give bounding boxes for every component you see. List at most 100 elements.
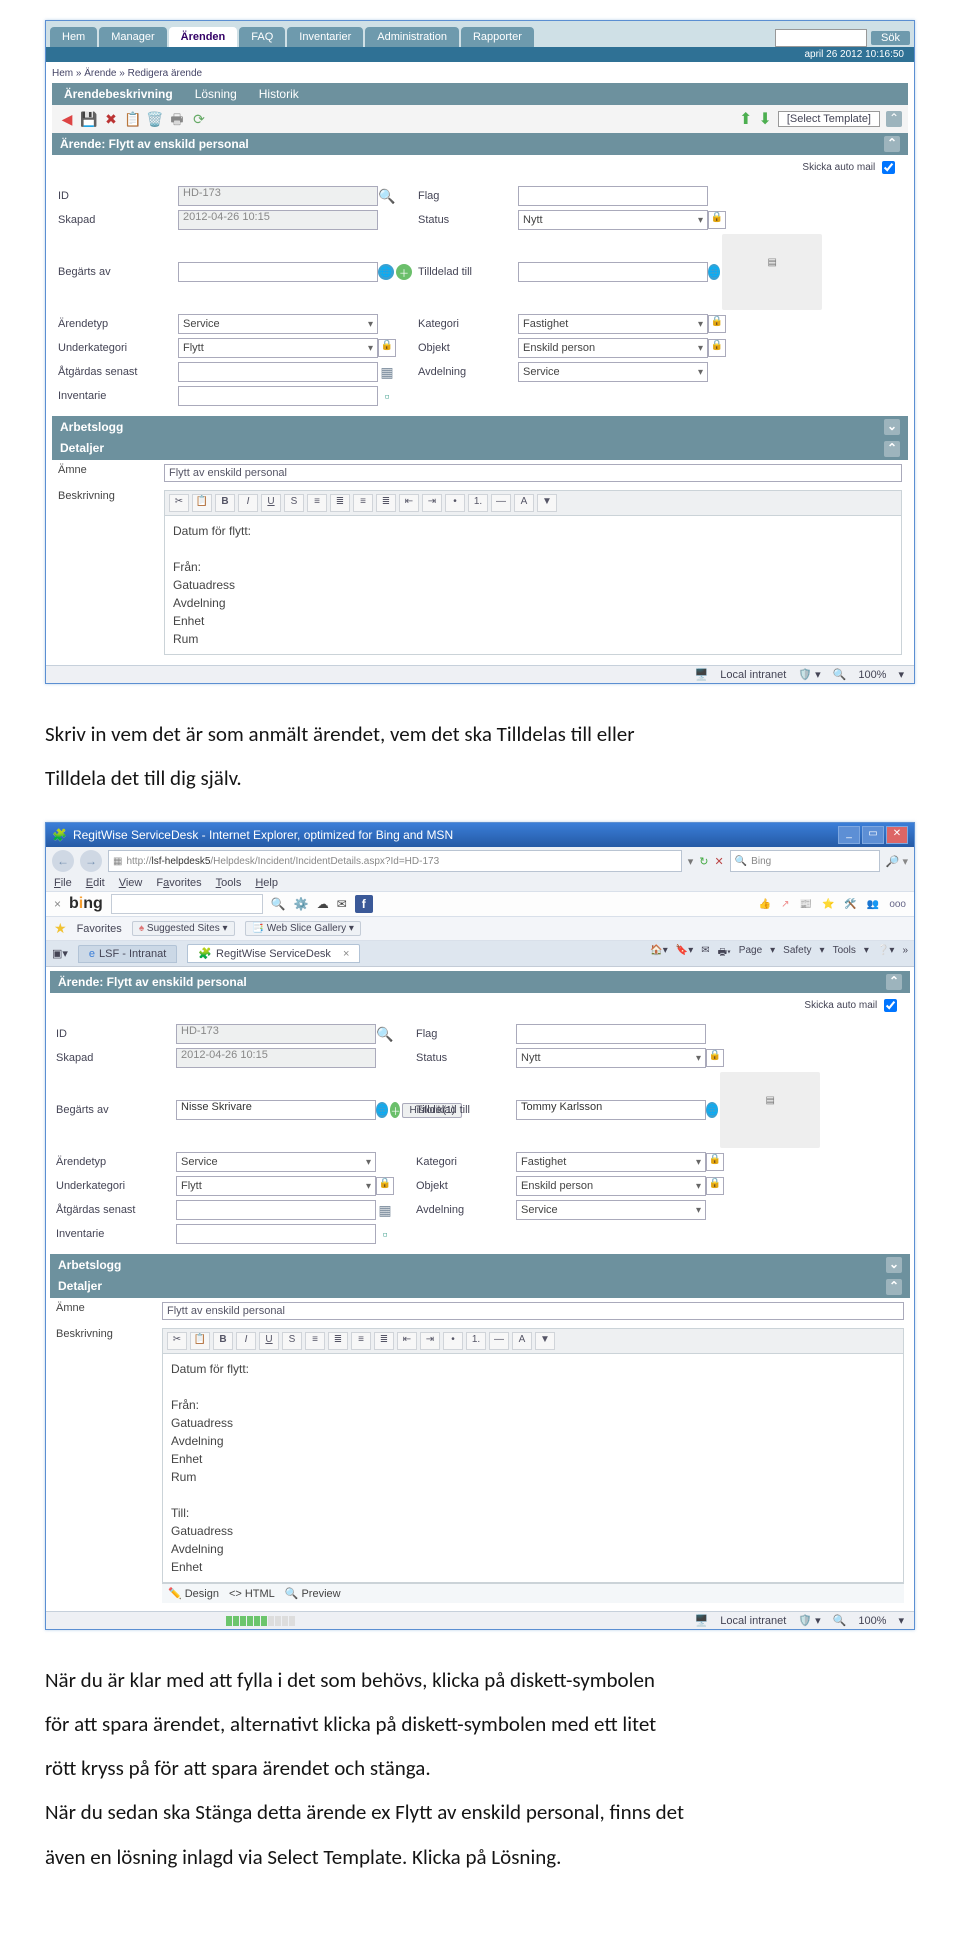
subcategory-select[interactable]: Flytt (178, 338, 378, 358)
subtab-description[interactable]: Ärendebeskrivning (64, 87, 173, 101)
lock-icon-3[interactable] (376, 1177, 394, 1195)
menu-help[interactable]: Help (255, 877, 278, 889)
link-icon[interactable]: A (512, 1332, 532, 1350)
details-header[interactable]: Detaljer ⌃ (52, 438, 908, 460)
tab-arenden[interactable]: Ärenden (169, 27, 238, 47)
tab-manager[interactable]: Manager (99, 27, 166, 47)
requested-by-field[interactable] (178, 262, 378, 282)
delete-icon[interactable]: 🗑️ (146, 110, 164, 128)
outdent-icon[interactable]: ⇤ (397, 1332, 417, 1350)
details-collapse-icon-2[interactable]: ⌃ (886, 1279, 902, 1295)
worklog-collapse-icon[interactable]: ⌄ (884, 419, 900, 435)
search-icon[interactable]: 🔍 (376, 1025, 394, 1043)
deadline-field[interactable] (178, 362, 378, 382)
category-select[interactable]: Fastighet (516, 1152, 706, 1172)
casetype-select[interactable]: Service (176, 1152, 376, 1172)
save-icon[interactable]: 💾 (80, 110, 98, 128)
calendar-icon[interactable]: ▦ (378, 363, 396, 381)
bold-icon[interactable]: B (215, 494, 235, 512)
casetype-select[interactable]: Service (178, 314, 378, 334)
add-icon[interactable]: ＋ (396, 264, 412, 280)
align-right-icon[interactable]: ≡ (353, 494, 373, 512)
subject-field[interactable]: Flytt av enskild personal (164, 464, 902, 482)
bing-search-button[interactable]: 🔍 (271, 897, 286, 911)
inventory-icon[interactable]: ▫ (376, 1225, 394, 1243)
save-close-icon[interactable]: ✖ (102, 110, 120, 128)
print-icon[interactable]: 🖶▾ (718, 945, 731, 962)
help-icon[interactable]: ❔▾ (877, 945, 894, 962)
globe-icon[interactable]: 🌐 (376, 1102, 388, 1118)
lock-icon-2[interactable] (708, 315, 726, 333)
details-header-2[interactable]: Detaljer ⌃ (50, 1276, 910, 1298)
align-left-icon[interactable]: ≡ (305, 1332, 325, 1350)
arrow-up-icon[interactable]: ⬆ (739, 109, 752, 129)
feeds-icon[interactable]: 🔖▾ (676, 945, 693, 962)
strike-icon[interactable]: S (284, 494, 304, 512)
search-button[interactable]: Sök (871, 31, 910, 45)
align-right-icon[interactable]: ≡ (351, 1332, 371, 1350)
minimize-button[interactable]: _ (838, 826, 860, 844)
page-menu[interactable]: Page (739, 945, 762, 962)
zoom-value[interactable]: 100% (858, 1615, 886, 1627)
indent-icon[interactable]: ⇥ (422, 494, 442, 512)
search-icon[interactable]: 🔍 (378, 187, 396, 205)
refresh-icon[interactable]: ↻ (699, 855, 708, 868)
mode-design[interactable]: ✏️ Design (168, 1587, 219, 1600)
status-select[interactable]: Nytt (518, 210, 708, 230)
zoom-icon[interactable]: 🔍 (833, 1614, 847, 1627)
tab-admin[interactable]: Administration (365, 27, 459, 47)
list-ul-icon[interactable]: • (445, 494, 465, 512)
favorites-label[interactable]: Favorites (77, 923, 122, 935)
page-icon[interactable]: ▤ (720, 1072, 819, 1148)
cut-icon[interactable]: ✂ (167, 1332, 187, 1350)
mode-preview[interactable]: 🔍 Preview (285, 1587, 341, 1600)
object-select[interactable]: Enskild person (518, 338, 708, 358)
assigned-to-field[interactable] (518, 262, 708, 282)
menu-tools[interactable]: Tools (216, 877, 242, 889)
quick-tabs-icon[interactable]: ▣▾ (52, 947, 68, 960)
list-ol-icon[interactable]: 1. (468, 494, 488, 512)
inventory-icon[interactable]: ▫ (378, 387, 396, 405)
align-left-icon[interactable]: ≡ (307, 494, 327, 512)
details-collapse-icon[interactable]: ⌃ (884, 441, 900, 457)
requested-by-field[interactable]: Nisse Skrivare (176, 1100, 376, 1120)
ie-tab-intranet[interactable]: eLSF - Intranat (78, 945, 177, 963)
automail-checkbox-2[interactable] (884, 999, 897, 1012)
expand-icon[interactable]: » (902, 945, 908, 962)
globe-icon[interactable]: 🌐 (378, 264, 394, 280)
cloud-icon[interactable]: ☁ (317, 897, 329, 911)
favorites-star-icon[interactable]: ★ (54, 920, 67, 937)
safety-menu[interactable]: Safety (783, 945, 811, 962)
globe-icon-2[interactable]: 🌐 (706, 1102, 718, 1118)
mode-html[interactable]: <> HTML (229, 1587, 275, 1600)
lock-icon-3[interactable] (378, 339, 396, 357)
add-icon[interactable]: ＋ (390, 1102, 400, 1118)
category-select[interactable]: Fastighet (518, 314, 708, 334)
zoom-icon[interactable]: 🔍 (833, 668, 847, 681)
status-select[interactable]: Nytt (516, 1048, 706, 1068)
deadline-field[interactable] (176, 1200, 376, 1220)
tab-inventarier[interactable]: Inventarier (287, 27, 363, 47)
subtab-solution[interactable]: Lösning (195, 87, 237, 101)
tab-faq[interactable]: FAQ (239, 27, 285, 47)
align-center-icon[interactable]: ≣ (328, 1332, 348, 1350)
template-select[interactable]: [Select Template] (778, 111, 880, 127)
underline-icon[interactable]: U (259, 1332, 279, 1350)
list-ul-icon[interactable]: • (443, 1332, 463, 1350)
menu-edit[interactable]: Edit (86, 877, 105, 889)
people-icon[interactable]: 👥 (867, 899, 879, 910)
menu-view[interactable]: View (119, 877, 143, 889)
align-justify-icon[interactable]: ≣ (376, 494, 396, 512)
star-icon[interactable]: ⭐ (822, 899, 834, 910)
arrow-down-icon[interactable]: ⬇ (758, 109, 771, 129)
paste-icon[interactable]: 📋 (124, 110, 142, 128)
refresh-icon[interactable]: ⟳ (190, 110, 208, 128)
ie-tab-servicedesk[interactable]: 🧩RegitWise ServiceDesk× (187, 944, 360, 963)
worklog-header[interactable]: Arbetslogg ⌄ (52, 416, 908, 438)
italic-icon[interactable]: I (236, 1332, 256, 1350)
lock-icon[interactable] (708, 211, 726, 229)
section-collapse-icon-2[interactable]: ⌃ (886, 974, 902, 990)
more-icon[interactable]: ▼ (535, 1332, 555, 1350)
gear-icon[interactable]: 🛠️ (844, 899, 856, 910)
hr-icon[interactable]: — (489, 1332, 509, 1350)
